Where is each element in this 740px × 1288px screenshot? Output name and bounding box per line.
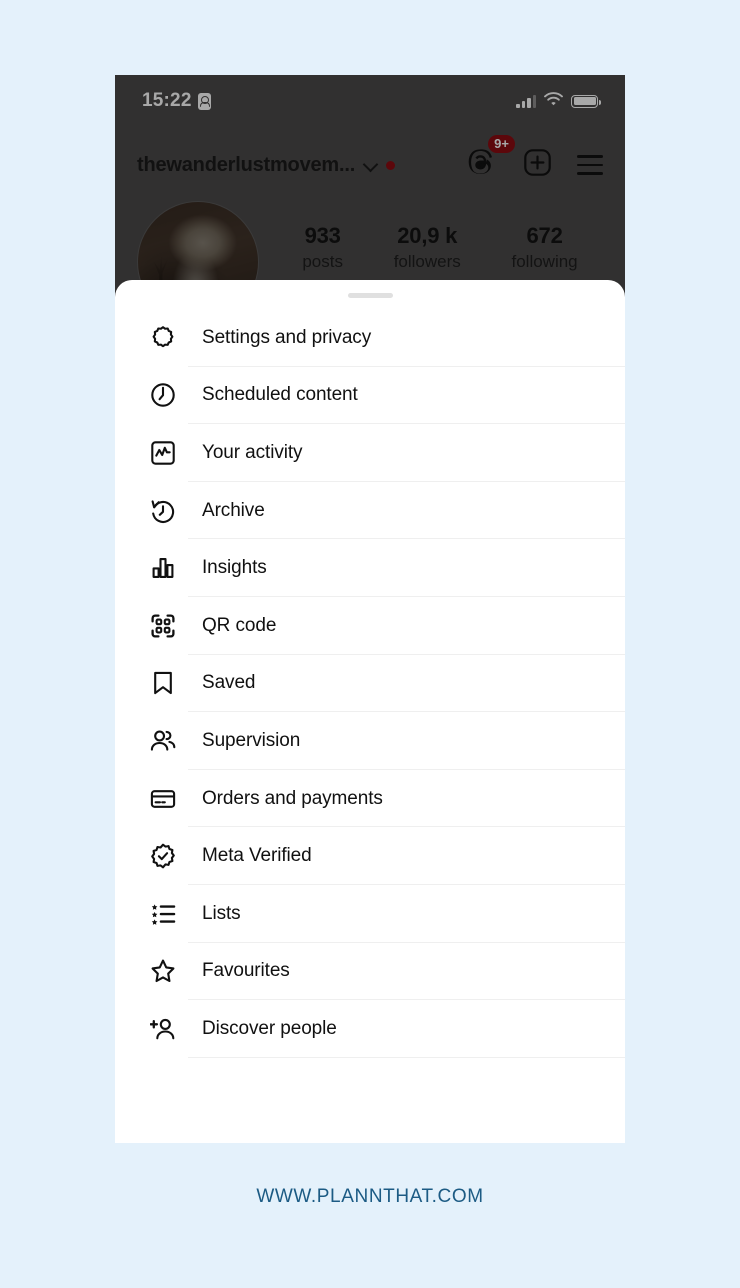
credit-card-icon: [148, 784, 178, 814]
page-root: 15:22 thewanderlustmovem... 9+ 933 posts…: [0, 0, 740, 1288]
qr-code-icon: [148, 611, 178, 641]
two-people-icon: [148, 726, 178, 756]
menu-list: Settings and privacy Scheduled content Y…: [115, 309, 625, 1058]
bar-chart-icon: [148, 553, 178, 583]
menu-item-orders-and-payments[interactable]: Orders and payments: [115, 770, 625, 828]
archive-clock-back-icon: [148, 496, 178, 526]
menu-item-qr-code[interactable]: QR code: [115, 597, 625, 655]
verified-badge-icon: [148, 841, 178, 871]
menu-item-scheduled-content[interactable]: Scheduled content: [115, 367, 625, 425]
menu-item-your-activity[interactable]: Your activity: [115, 424, 625, 482]
menu-item-label: Meta Verified: [202, 845, 312, 867]
menu-item-label: Your activity: [202, 441, 303, 463]
menu-item-discover-people[interactable]: Discover people: [115, 1000, 625, 1058]
menu-bottom-sheet: Settings and privacy Scheduled content Y…: [115, 280, 625, 1143]
menu-item-favourites[interactable]: Favourites: [115, 943, 625, 1001]
menu-item-meta-verified[interactable]: Meta Verified: [115, 827, 625, 885]
add-person-icon: [148, 1014, 178, 1044]
menu-item-label: Scheduled content: [202, 384, 358, 406]
menu-item-label: Saved: [202, 672, 256, 694]
menu-item-label: Settings and privacy: [202, 326, 372, 348]
watermark: WWW.PLANNTHAT.COM: [256, 1186, 484, 1207]
menu-item-settings-and-privacy[interactable]: Settings and privacy: [115, 309, 625, 367]
settings-gear-icon: [148, 323, 178, 353]
menu-item-archive[interactable]: Archive: [115, 482, 625, 540]
menu-item-saved[interactable]: Saved: [115, 655, 625, 713]
star-outline-icon: [148, 956, 178, 986]
menu-item-label: Insights: [202, 557, 267, 579]
menu-item-label: Favourites: [202, 960, 290, 982]
menu-item-label: QR code: [202, 614, 277, 636]
menu-item-supervision[interactable]: Supervision: [115, 712, 625, 770]
menu-item-lists[interactable]: Lists: [115, 885, 625, 943]
bookmark-icon: [148, 668, 178, 698]
clock-icon: [148, 380, 178, 410]
sheet-grabber-handle[interactable]: [347, 293, 393, 298]
menu-item-label: Archive: [202, 499, 265, 521]
menu-item-label: Lists: [202, 902, 241, 924]
menu-item-label: Supervision: [202, 729, 301, 751]
phone-screen: 15:22 thewanderlustmovem... 9+ 933 posts…: [115, 75, 625, 1143]
activity-chart-icon: [148, 438, 178, 468]
menu-item-label: Discover people: [202, 1017, 337, 1039]
menu-item-insights[interactable]: Insights: [115, 539, 625, 597]
menu-item-label: Orders and payments: [202, 787, 383, 809]
star-list-icon: [148, 899, 178, 929]
